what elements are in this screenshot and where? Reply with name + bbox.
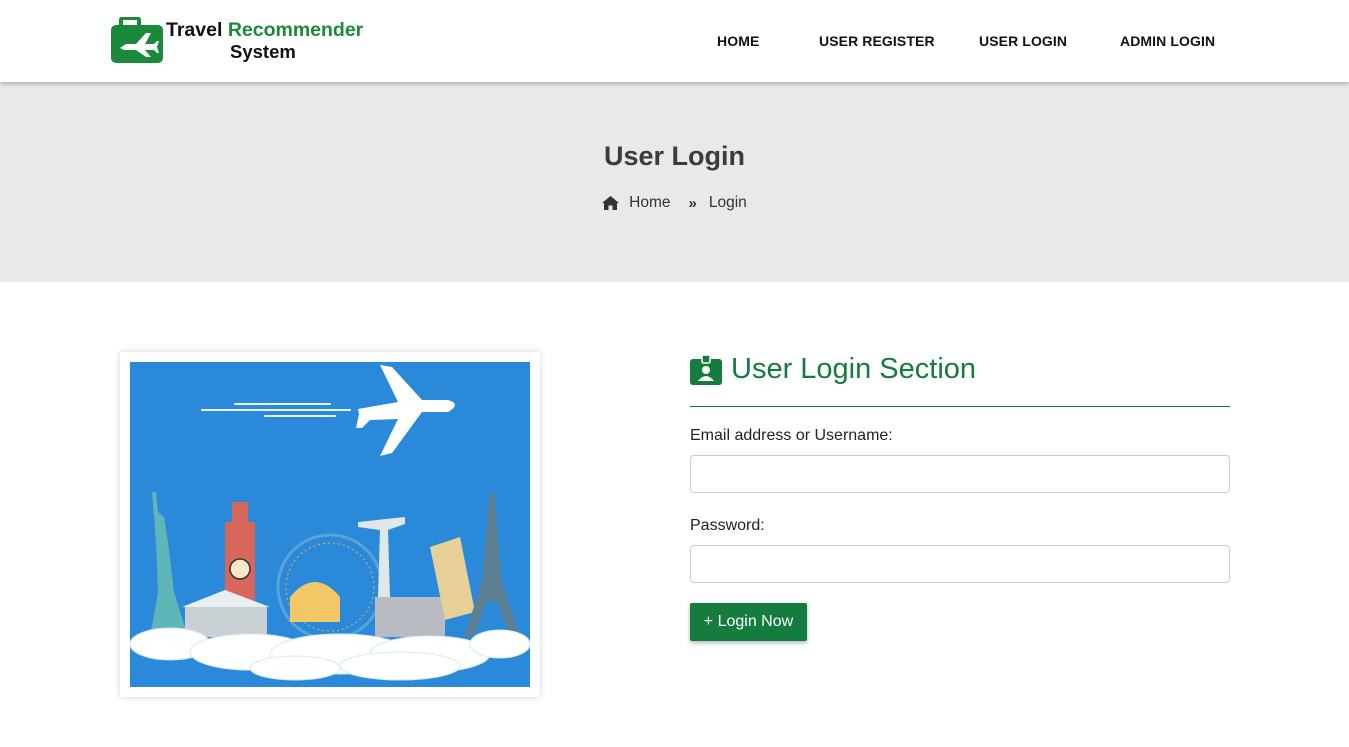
site-header: Travel Recommender System HOME USER REGI… (0, 0, 1349, 82)
nav-home[interactable]: HOME (717, 33, 759, 49)
password-label: Password: (690, 517, 765, 534)
breadcrumb: Home » Login (0, 194, 1349, 212)
double-chevron-right-icon: » (688, 194, 697, 212)
travel-landmarks-illustration (130, 362, 530, 687)
login-button[interactable]: + Login Now (690, 603, 807, 641)
home-icon (602, 196, 620, 210)
breadcrumb-current: Login (708, 194, 747, 211)
nav-user-register[interactable]: USER REGISTER (819, 33, 935, 49)
main-nav: HOME USER REGISTER USER LOGIN ADMIN LOGI… (0, 33, 1349, 51)
section-divider (690, 406, 1230, 407)
breadcrumb-home[interactable]: Home (629, 194, 670, 212)
hero-image-card (120, 352, 540, 697)
nav-admin-login[interactable]: ADMIN LOGIN (1120, 33, 1215, 49)
nav-user-login[interactable]: USER LOGIN (979, 33, 1067, 49)
id-badge-icon (690, 354, 722, 385)
email-label: Email address or Username: (690, 427, 893, 444)
login-section-heading: User Login Section (731, 353, 977, 385)
email-field[interactable] (690, 455, 1230, 493)
page-banner: User Login Home » Login (0, 82, 1349, 282)
password-field[interactable] (690, 545, 1230, 583)
login-section-title: User Login Section (690, 353, 976, 386)
page-title: User Login (603, 141, 745, 171)
